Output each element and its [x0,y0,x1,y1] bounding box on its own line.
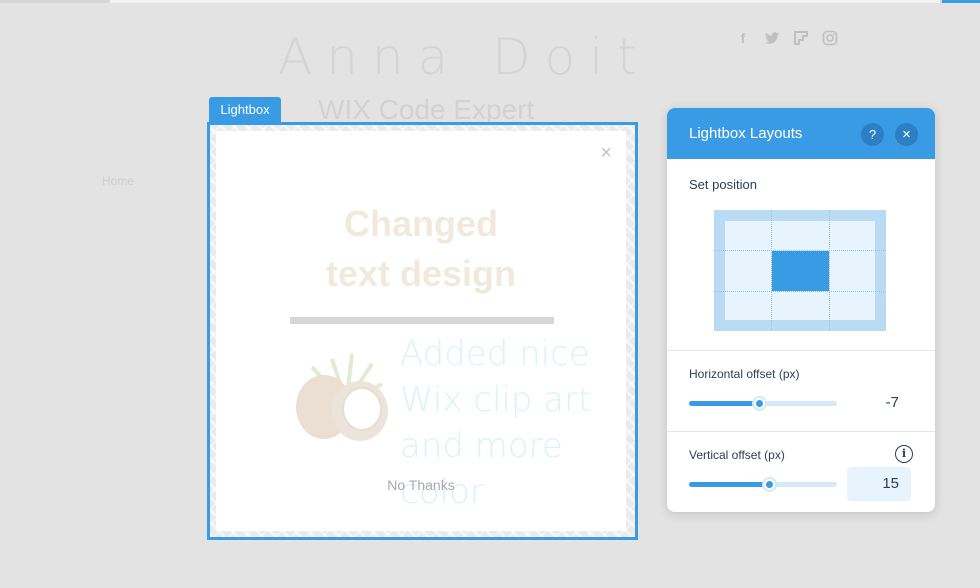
script-line: Added nice [400,334,590,374]
script-line: and more color [400,426,563,512]
info-icon[interactable]: i [895,445,913,463]
toolbar-active-segment [942,0,980,3]
vertical-offset-input[interactable]: 15 [847,467,911,501]
vertical-offset-slider[interactable] [689,477,837,492]
slider-handle[interactable] [761,477,777,492]
slider-fill [689,482,769,487]
slider-fill [689,401,759,406]
lightbox-layouts-panel: Lightbox Layouts ? × Set position Horizo… [667,108,935,512]
horizontal-offset-input[interactable]: -7 [847,386,911,420]
position-bottom-center[interactable] [772,292,829,331]
lightbox-content: × Changed text design Added nice Wix cli… [216,131,626,531]
no-thanks-link[interactable]: No Thanks [216,477,626,493]
position-top-center[interactable] [772,210,829,250]
heading-line: text design [325,253,517,294]
position-center-selected[interactable] [772,251,829,291]
section-divider [667,350,935,351]
lightbox-divider [290,317,554,324]
social-bar: f [735,30,838,46]
close-icon[interactable]: × [895,123,918,146]
facebook-icon: f [740,30,746,46]
panel-header: Lightbox Layouts ? × [667,108,935,159]
site-title: Anna Doit [278,28,651,86]
toolbar-segment [110,0,940,3]
position-bottom-right[interactable] [830,292,886,331]
position-middle-left[interactable] [714,251,771,291]
position-grid [714,210,886,331]
script-line: Wix clip art [400,380,592,420]
coconut-clipart-icon [296,353,388,441]
heading-line: Changed [343,203,498,244]
position-bottom-left[interactable] [714,292,771,331]
set-position-label: Set position [689,177,757,192]
horizontal-offset-label: Horizontal offset (px) [689,367,800,381]
top-toolbar [0,0,980,3]
twitter-icon [764,30,780,46]
help-icon[interactable]: ? [861,123,884,146]
section-divider [667,431,935,432]
lightbox-close-icon[interactable]: × [600,143,612,163]
horizontal-offset-slider[interactable] [689,396,837,411]
lightbox-tab[interactable]: Lightbox [209,97,281,123]
lightbox-frame[interactable]: × Changed text design Added nice Wix cli… [207,122,638,540]
position-middle-right[interactable] [830,251,886,291]
site-nav-home: Home [102,174,135,188]
slider-handle[interactable] [751,396,767,411]
panel-title: Lightbox Layouts [689,125,803,142]
vertical-offset-label: Vertical offset (px) [689,448,785,462]
lightbox-heading: Changed text design [216,199,626,299]
position-top-left[interactable] [714,210,771,250]
position-top-right[interactable] [830,210,886,250]
flipboard-icon [793,30,809,46]
instagram-icon [822,30,838,46]
